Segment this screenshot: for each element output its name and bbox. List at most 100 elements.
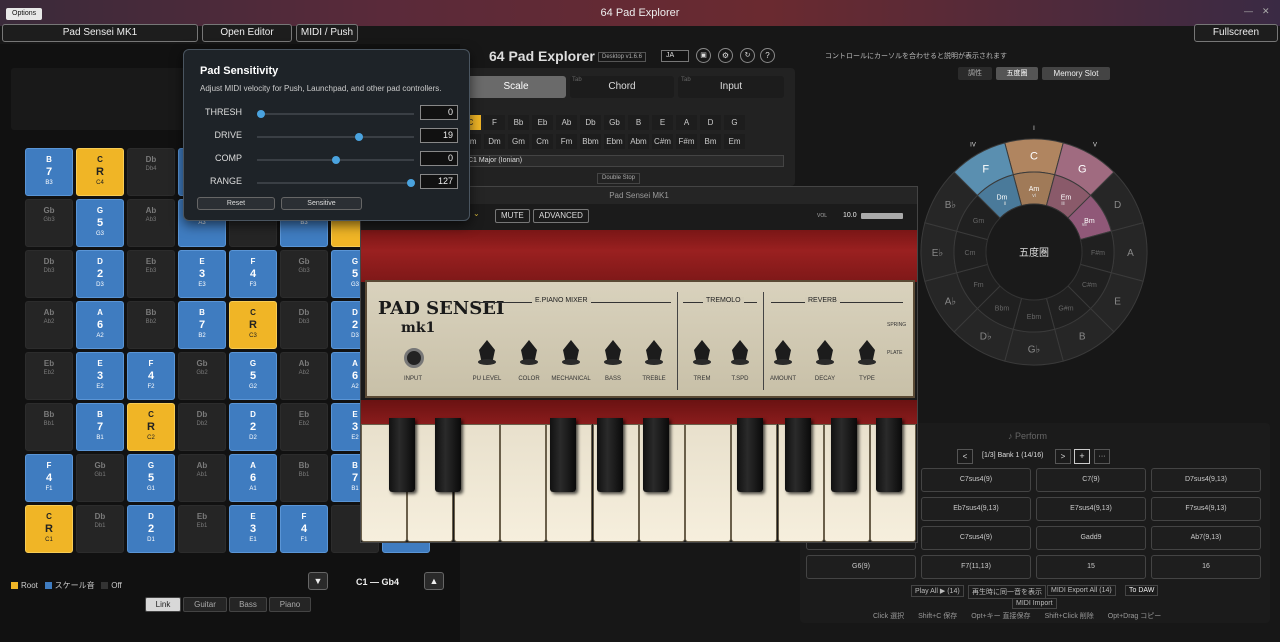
to-daw-button[interactable]: To DAW bbox=[1125, 585, 1159, 596]
knob-mechanical[interactable] bbox=[559, 338, 583, 366]
pad[interactable]: E 3 E3 bbox=[178, 250, 226, 298]
black-key[interactable] bbox=[550, 418, 576, 492]
octave-up-button[interactable]: ▲ bbox=[424, 572, 444, 590]
chord-slot[interactable]: Ab7(9,13) bbox=[1151, 526, 1261, 550]
black-key[interactable] bbox=[597, 418, 623, 492]
vol-slider[interactable] bbox=[861, 213, 903, 219]
bank-more-button[interactable]: ··· bbox=[1094, 449, 1110, 464]
key-root[interactable]: B bbox=[628, 115, 649, 130]
close-icon[interactable]: ✕ bbox=[1262, 6, 1270, 17]
key-minor[interactable]: Dm bbox=[484, 134, 505, 149]
octave-down-button[interactable]: ▼ bbox=[308, 572, 328, 590]
scale-select[interactable]: C1 Major (Ionian) bbox=[464, 155, 784, 167]
chord-slot[interactable]: F7(11,13) bbox=[921, 555, 1031, 579]
chord-slot[interactable]: 15 bbox=[1036, 555, 1146, 579]
black-key[interactable] bbox=[785, 418, 811, 492]
pad[interactable]: D 2 D2 bbox=[229, 403, 277, 451]
bank-next-button[interactable]: > bbox=[1055, 449, 1071, 464]
pad[interactable]: Db Db1 bbox=[76, 505, 124, 553]
knob-type[interactable] bbox=[855, 338, 879, 366]
pad[interactable]: B 7 B2 bbox=[178, 301, 226, 349]
knob-amount[interactable] bbox=[771, 338, 795, 366]
pad[interactable]: Db Db3 bbox=[25, 250, 73, 298]
knob-decay[interactable] bbox=[813, 338, 837, 366]
knob-color[interactable] bbox=[517, 338, 541, 366]
key-minor[interactable]: F#m bbox=[676, 134, 697, 149]
black-key[interactable] bbox=[876, 418, 902, 492]
key-root[interactable]: G bbox=[724, 115, 745, 130]
key-minor[interactable]: Em bbox=[724, 134, 745, 149]
midi-push-button[interactable]: MIDI / Push bbox=[296, 24, 358, 42]
black-key[interactable] bbox=[737, 418, 763, 492]
expand-icon[interactable]: ⌄ bbox=[473, 209, 480, 218]
slider-track[interactable] bbox=[257, 133, 414, 141]
midi-import-button[interactable]: MIDI Import bbox=[1012, 598, 1057, 609]
instrument-piano[interactable]: Piano bbox=[269, 597, 311, 612]
chord-slot[interactable]: D7sus4(9,13) bbox=[1151, 468, 1261, 492]
pad[interactable]: Eb Eb1 bbox=[178, 505, 226, 553]
pad[interactable]: E 3 E2 bbox=[76, 352, 124, 400]
pad[interactable]: A 6 A2 bbox=[76, 301, 124, 349]
key-root[interactable]: F bbox=[484, 115, 505, 130]
save-icon[interactable]: ▣ bbox=[696, 48, 711, 63]
knob-treble[interactable] bbox=[642, 338, 666, 366]
pad[interactable]: F 4 F3 bbox=[229, 250, 277, 298]
pad[interactable]: Gb Gb3 bbox=[280, 250, 328, 298]
pad[interactable]: A 6 A1 bbox=[229, 454, 277, 502]
knob-pulevel[interactable] bbox=[475, 338, 499, 366]
slider-knob[interactable] bbox=[257, 110, 265, 118]
chord-slot[interactable]: F7sus4(9,13) bbox=[1151, 497, 1261, 521]
key-minor[interactable]: Gm bbox=[508, 134, 529, 149]
key-root[interactable]: A bbox=[676, 115, 697, 130]
pad[interactable]: F 4 F2 bbox=[127, 352, 175, 400]
tab-key[interactable]: 調性 bbox=[958, 67, 992, 80]
knob-bass[interactable] bbox=[601, 338, 625, 366]
pad[interactable]: Db Db2 bbox=[178, 403, 226, 451]
pad[interactable]: Ab Ab2 bbox=[280, 352, 328, 400]
slider-value[interactable]: 19 bbox=[420, 128, 458, 143]
pad[interactable]: B 7 B3 bbox=[25, 148, 73, 196]
pad[interactable]: Db Db4 bbox=[127, 148, 175, 196]
advanced-button[interactable]: ADVANCED bbox=[533, 209, 589, 223]
chord-slot[interactable]: C7sus4(9) bbox=[921, 468, 1031, 492]
key-minor[interactable]: Ebm bbox=[604, 134, 625, 149]
key-minor[interactable]: C#m bbox=[652, 134, 673, 149]
slider-knob[interactable] bbox=[332, 156, 340, 164]
slider-value[interactable]: 0 bbox=[420, 151, 458, 166]
tab-circle[interactable]: 五度圏 bbox=[996, 67, 1038, 80]
pad[interactable]: Db Db3 bbox=[280, 301, 328, 349]
black-key[interactable] bbox=[831, 418, 857, 492]
pad[interactable]: D 2 D1 bbox=[127, 505, 175, 553]
help-icon[interactable]: ? bbox=[760, 48, 775, 63]
pad[interactable]: C R C3 bbox=[229, 301, 277, 349]
refresh-icon[interactable]: ↻ bbox=[740, 48, 755, 63]
sensitive-button[interactable]: Sensitive bbox=[281, 197, 362, 210]
key-root[interactable]: E bbox=[652, 115, 673, 130]
pad[interactable]: F 4 F1 bbox=[25, 454, 73, 502]
double-stop-button[interactable]: Double Stop bbox=[597, 173, 641, 184]
key-minor[interactable]: Abm bbox=[628, 134, 649, 149]
black-key[interactable] bbox=[643, 418, 669, 492]
knob-tspd[interactable] bbox=[728, 338, 752, 366]
instrument-link[interactable]: Link bbox=[145, 597, 181, 612]
white-key[interactable] bbox=[685, 424, 732, 542]
key-root[interactable]: D bbox=[700, 115, 721, 130]
black-key[interactable] bbox=[435, 418, 461, 492]
fullscreen-button[interactable]: Fullscreen bbox=[1194, 24, 1278, 42]
pad[interactable]: Gb Gb1 bbox=[76, 454, 124, 502]
reset-button[interactable]: Reset bbox=[197, 197, 275, 210]
bank-prev-button[interactable]: < bbox=[957, 449, 973, 464]
pad[interactable]: Gb Gb3 bbox=[25, 199, 73, 247]
instrument-bass[interactable]: Bass bbox=[229, 597, 267, 612]
pad[interactable]: G 5 G2 bbox=[229, 352, 277, 400]
input-jack[interactable] bbox=[404, 348, 424, 368]
pad[interactable]: G 5 G3 bbox=[76, 199, 124, 247]
pad[interactable]: G 5 G1 bbox=[127, 454, 175, 502]
pad[interactable]: B 7 B1 bbox=[76, 403, 124, 451]
slider-track[interactable] bbox=[257, 179, 415, 187]
bank-add-button[interactable]: + bbox=[1074, 449, 1090, 464]
key-root[interactable]: Gb bbox=[604, 115, 625, 130]
slider-track[interactable] bbox=[257, 156, 414, 164]
chord-slot[interactable]: Eb7sus4(9,13) bbox=[921, 497, 1031, 521]
same-note-button[interactable]: 再生時に同一音を表示 bbox=[968, 585, 1046, 599]
